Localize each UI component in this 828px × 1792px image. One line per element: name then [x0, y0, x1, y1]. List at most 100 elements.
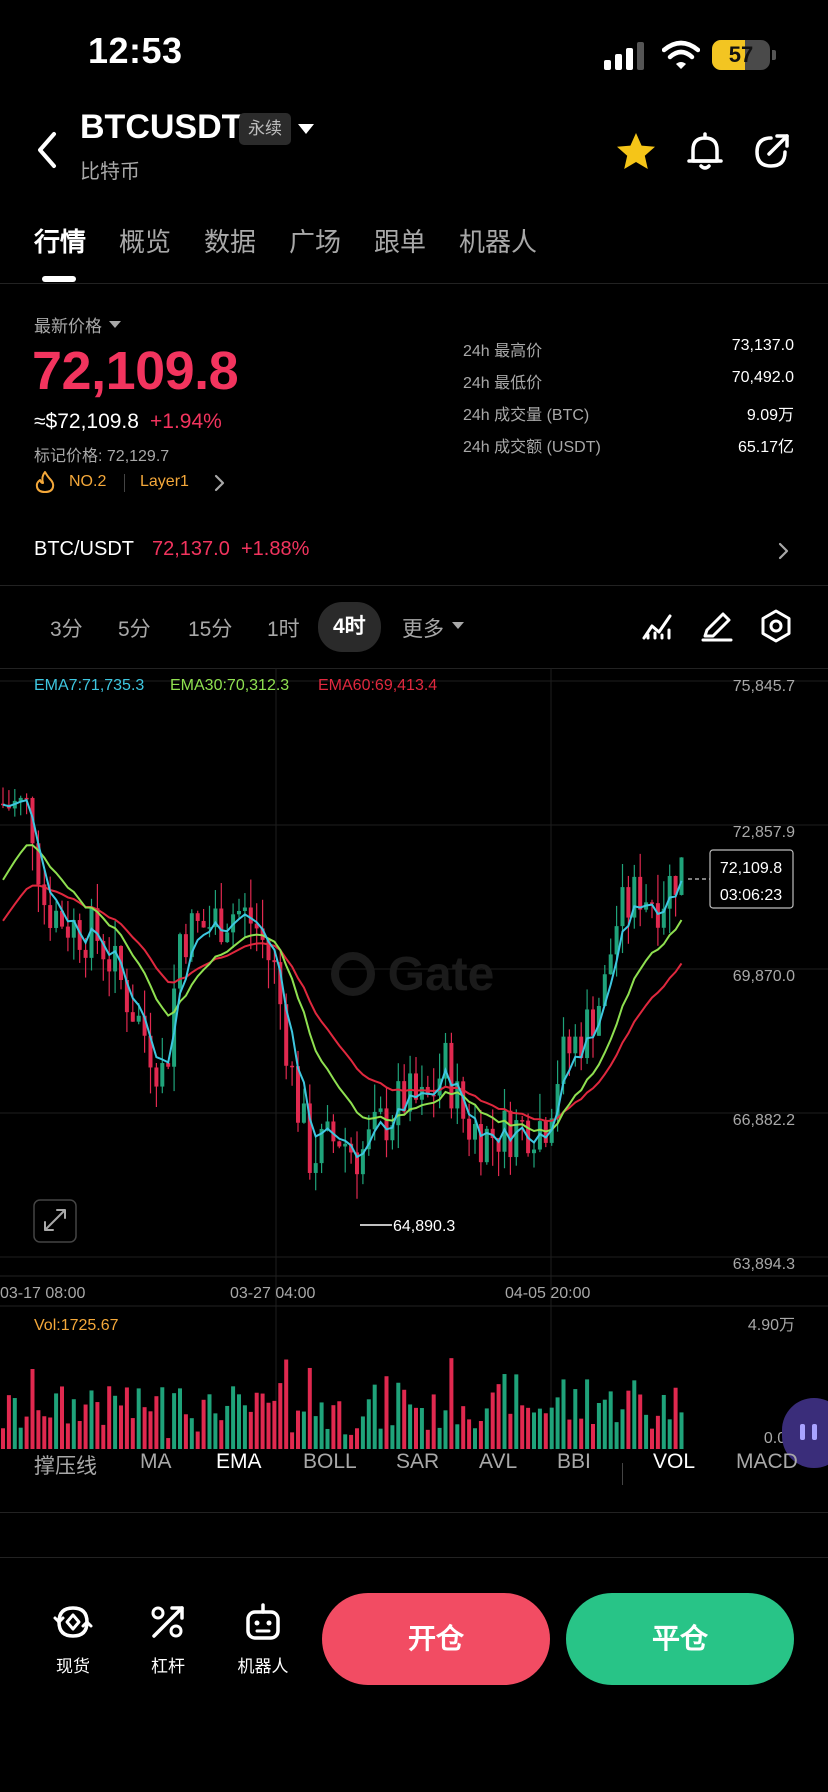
volume-bar — [30, 1369, 35, 1449]
chevron-right-icon[interactable] — [776, 540, 790, 562]
chevron-right-icon[interactable] — [212, 473, 226, 493]
spot-price-change: +1.88% — [240, 538, 310, 560]
star-icon[interactable] — [614, 130, 658, 174]
tab-data[interactable]: 数据 — [204, 222, 256, 259]
volume-bar — [349, 1434, 354, 1449]
indicator-avl[interactable]: AVL — [479, 1450, 517, 1474]
candlestick-chart[interactable]: Gate EMA7:71,735.3 EMA30:70,312.3 EMA60:… — [0, 668, 828, 1450]
volume-bar — [467, 1419, 472, 1449]
tabs-divider — [0, 283, 828, 284]
candle-body — [290, 1065, 295, 1068]
volume-bar — [655, 1415, 660, 1449]
timeframe-4h[interactable]: 4时 — [318, 602, 381, 652]
close-position-button[interactable]: 平仓 — [566, 1593, 794, 1685]
y-tick-1: 72,857.9 — [733, 824, 795, 841]
indicator-boll[interactable]: BOLL — [303, 1450, 357, 1474]
volume-bar — [272, 1400, 277, 1449]
fullscreen-icon[interactable] — [33, 1199, 77, 1243]
indicator-macd[interactable]: MACD — [736, 1450, 798, 1474]
indicator-separator — [622, 1463, 623, 1485]
rank-badge[interactable]: NO.2 — [69, 473, 106, 491]
stat-value-24h-volume: 9.09万 — [746, 407, 794, 424]
volume-bar — [119, 1405, 123, 1449]
volume-bar — [455, 1424, 460, 1449]
volume-bar — [290, 1432, 295, 1449]
indicator-sar[interactable]: SAR — [396, 1450, 439, 1474]
tab-square[interactable]: 广场 — [289, 222, 341, 259]
volume-bar — [225, 1405, 230, 1449]
latest-price-label[interactable]: 最新价格 — [34, 312, 102, 337]
volume-bar — [372, 1384, 377, 1449]
volume-bar — [278, 1383, 283, 1449]
pair-title[interactable]: BTCUSDT — [80, 108, 242, 147]
open-position-button[interactable]: 开仓 — [322, 1593, 550, 1685]
volume-bar — [142, 1407, 147, 1449]
y-tick-3: 66,882.2 — [733, 1112, 795, 1129]
candle-body — [65, 926, 70, 938]
volume-bar — [101, 1424, 106, 1449]
timeframe-15m[interactable]: 15分 — [188, 613, 232, 643]
tab-market[interactable]: 行情 — [34, 222, 86, 259]
volume-bar — [83, 1404, 88, 1449]
candle-body — [183, 934, 188, 958]
volume-bar — [431, 1394, 436, 1449]
tab-bots[interactable]: 机器人 — [459, 222, 537, 259]
volume-bar — [425, 1429, 430, 1449]
volume-max: 4.90万 — [748, 1317, 795, 1334]
back-arrow-icon[interactable] — [30, 128, 66, 172]
timeframe-1h[interactable]: 1时 — [267, 613, 300, 643]
timeframe-more[interactable]: 更多 — [402, 613, 444, 643]
volume-bar — [496, 1384, 501, 1449]
tab-copy-trading[interactable]: 跟单 — [374, 222, 426, 259]
volume-bar — [284, 1359, 289, 1449]
pair-dropdown-icon[interactable] — [298, 124, 314, 134]
indicator-support-resistance[interactable]: 撑压线 — [34, 1450, 97, 1480]
volume-bar — [307, 1367, 312, 1449]
candle-body — [195, 913, 200, 921]
volume-bar — [1, 1428, 5, 1449]
volume-bar — [172, 1393, 177, 1449]
volume-bar — [130, 1418, 135, 1449]
volume-bar — [154, 1396, 159, 1449]
ema7-line — [2, 799, 683, 1159]
price-type-dropdown-icon[interactable] — [109, 321, 121, 328]
bell-icon[interactable] — [683, 130, 727, 174]
y-tick-2: 69,870.0 — [733, 968, 795, 985]
timeframe-5m[interactable]: 5分 — [118, 613, 151, 643]
more-dropdown-icon[interactable] — [452, 622, 464, 629]
draw-pen-icon[interactable] — [699, 608, 735, 644]
settings-icon[interactable] — [758, 608, 794, 644]
candle-body — [272, 960, 277, 963]
share-icon[interactable] — [751, 130, 795, 174]
nav-leverage[interactable]: 杠杆 — [128, 1600, 208, 1677]
volume-bar — [532, 1412, 536, 1449]
candle-body — [113, 945, 118, 972]
indicator-bbi[interactable]: BBI — [557, 1450, 591, 1474]
indicator-ema[interactable]: EMA — [216, 1450, 262, 1474]
volume-bar — [443, 1410, 448, 1449]
candle-body — [467, 1118, 472, 1140]
ema7-label: EMA7:71,735.3 — [34, 677, 144, 694]
indicator-vol[interactable]: VOL — [653, 1450, 695, 1474]
tab-overview[interactable]: 概览 — [119, 222, 171, 259]
volume-bar — [638, 1394, 643, 1449]
tag-divider — [124, 474, 125, 492]
chart-grid — [0, 668, 828, 1450]
candle-body — [54, 910, 59, 928]
nav-bots[interactable]: 机器人 — [223, 1600, 303, 1677]
nav-spot[interactable]: 现货 — [33, 1600, 113, 1677]
volume-bar — [543, 1413, 548, 1449]
candle-body — [408, 1073, 413, 1112]
current-price-label: 72,109.8 — [720, 860, 782, 877]
indicator-icon[interactable] — [640, 608, 676, 644]
sector-tag[interactable]: Layer1 — [140, 473, 189, 491]
gate-logo-mark — [331, 952, 375, 996]
volume-bar — [18, 1427, 23, 1449]
volume-bar — [65, 1423, 70, 1449]
volume-bar — [248, 1411, 253, 1449]
indicator-ma[interactable]: MA — [140, 1450, 172, 1474]
timeframe-3m[interactable]: 3分 — [50, 613, 83, 643]
candle-body — [473, 1124, 477, 1140]
volume-bar — [178, 1388, 182, 1449]
volume-bar — [402, 1389, 407, 1449]
